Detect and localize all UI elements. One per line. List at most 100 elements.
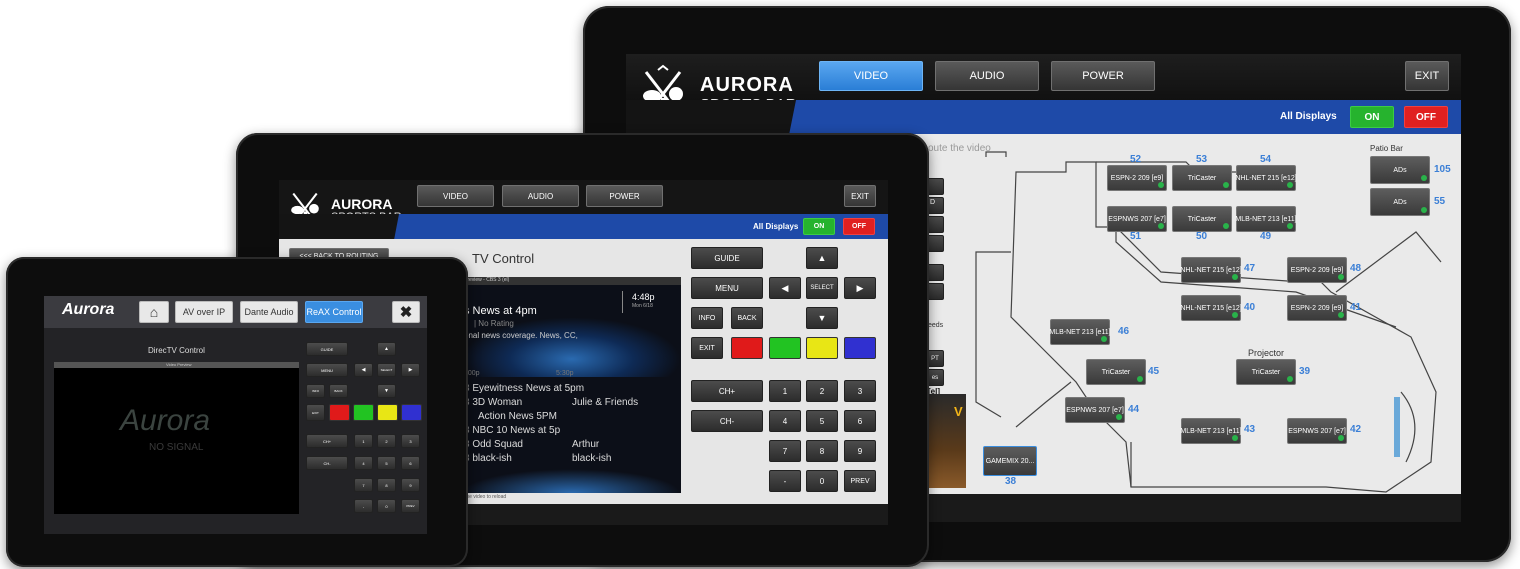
display-tile[interactable]: ESPN-2 209 [e9] — [1287, 295, 1347, 321]
digit-button[interactable]: 6 — [401, 456, 420, 470]
home-icon[interactable]: ⌂ — [139, 301, 169, 323]
digit-button[interactable]: 8 — [377, 478, 396, 492]
large-all-off-button[interactable]: OFF — [1404, 106, 1448, 128]
red-button[interactable] — [731, 337, 763, 359]
medium-tab-power[interactable]: POWER — [586, 185, 663, 207]
up-arrow-icon[interactable]: ▲ — [806, 247, 838, 269]
prev-button[interactable]: PREV — [401, 499, 420, 513]
guide-button[interactable]: GUIDE — [306, 342, 348, 356]
red-button[interactable] — [329, 404, 350, 421]
guide-row: Action News 5PM — [478, 411, 557, 422]
right-arrow-icon[interactable]: ▶ — [401, 363, 420, 377]
tab-av-over-ip[interactable]: AV over IP — [175, 301, 233, 323]
digit-button[interactable]: 8 — [806, 440, 838, 462]
digit-button[interactable]: 9 — [844, 440, 876, 462]
display-tile[interactable]: MLB-NET 213 [e11] — [1049, 319, 1111, 345]
display-tile[interactable]: ESPNWS 207 [e7] — [1065, 397, 1125, 423]
channel-up-button[interactable]: CH+ — [691, 380, 763, 402]
blue-button[interactable] — [844, 337, 876, 359]
medium-tab-audio[interactable]: AUDIO — [502, 185, 579, 207]
display-tile[interactable]: TriCaster — [1086, 359, 1146, 385]
digit-button[interactable]: 1 — [354, 434, 373, 448]
guide-button[interactable]: GUIDE — [691, 247, 763, 269]
display-tile[interactable]: ESPN-2 209 [e9] — [1107, 165, 1167, 191]
large-tab-power[interactable]: POWER — [1051, 61, 1155, 91]
preview-rating: | No Rating — [474, 319, 514, 328]
dash-button[interactable]: - — [354, 499, 373, 513]
large-tab-audio[interactable]: AUDIO — [935, 61, 1039, 91]
display-number: 40 — [1244, 302, 1256, 313]
yellow-button[interactable] — [806, 337, 838, 359]
close-icon[interactable]: ✖ — [392, 301, 420, 323]
prev-button[interactable]: PREV — [844, 470, 876, 492]
digit-button[interactable]: 1 — [769, 380, 801, 402]
display-tile[interactable]: NHL-NET 215 [e12] — [1180, 257, 1242, 283]
blue-button[interactable] — [401, 404, 422, 421]
menu-button[interactable]: MENU — [691, 277, 763, 299]
display-tile[interactable]: NHL-NET 215 [e12] — [1235, 165, 1297, 191]
tab-dante-audio[interactable]: Dante Audio — [240, 301, 298, 323]
digit-button[interactable]: 7 — [769, 440, 801, 462]
exit-key-button[interactable]: EXIT — [691, 337, 723, 359]
medium-brand: AURORA — [331, 196, 393, 212]
large-partial-5: D — [930, 199, 936, 206]
select-button[interactable]: SELECT — [806, 277, 838, 299]
info-button[interactable]: INFO — [691, 307, 723, 329]
select-button[interactable]: SELECT — [377, 363, 396, 377]
digit-button[interactable]: 2 — [806, 380, 838, 402]
display-tile[interactable]: MLB-NET 213 [e11] — [1235, 206, 1297, 232]
display-tile[interactable]: NHL-NET 215 [e12] — [1180, 295, 1242, 321]
display-tile[interactable]: TriCaster — [1172, 206, 1232, 232]
digit-button[interactable]: 0 — [806, 470, 838, 492]
dash-button[interactable]: - — [769, 470, 801, 492]
display-tile[interactable]: ESPNWS 207 [e7] — [1107, 206, 1167, 232]
menu-button[interactable]: MENU — [306, 363, 348, 377]
tab-reax-control[interactable]: ReAX Control — [305, 301, 363, 323]
digit-button[interactable]: 9 — [401, 478, 420, 492]
back-button[interactable]: BACK — [329, 384, 348, 398]
large-exit-button[interactable]: EXIT — [1405, 61, 1449, 91]
digit-button[interactable]: 5 — [377, 456, 396, 470]
digit-button[interactable]: 4 — [769, 410, 801, 432]
display-number: 46 — [1118, 326, 1130, 337]
large-all-on-button[interactable]: ON — [1350, 106, 1394, 128]
display-tile[interactable]: MLB-NET 213 [e11] — [1180, 418, 1242, 444]
medium-exit-button[interactable]: EXIT — [844, 185, 876, 207]
digit-button[interactable]: 3 — [401, 434, 420, 448]
large-tab-video[interactable]: VIDEO — [819, 61, 923, 91]
back-button[interactable]: BACK — [731, 307, 763, 329]
up-arrow-icon[interactable]: ▲ — [377, 342, 396, 356]
channel-up-button[interactable]: CH+ — [306, 434, 348, 448]
digit-button[interactable]: 2 — [377, 434, 396, 448]
digit-button[interactable]: 6 — [844, 410, 876, 432]
down-arrow-icon[interactable]: ▼ — [806, 307, 838, 329]
channel-down-button[interactable]: CH- — [691, 410, 763, 432]
green-button[interactable] — [353, 404, 374, 421]
display-tile[interactable]: ADs — [1370, 188, 1430, 216]
medium-all-on-button[interactable]: ON — [803, 218, 835, 235]
display-tile[interactable]: ESPNWS 207 [e7] — [1287, 418, 1347, 444]
digit-button[interactable]: 5 — [806, 410, 838, 432]
medium-all-off-button[interactable]: OFF — [843, 218, 875, 235]
guide-row: Julie & Friends — [572, 397, 639, 408]
display-tile[interactable]: TriCaster — [1172, 165, 1232, 191]
info-button[interactable]: INFO — [306, 384, 325, 398]
down-arrow-icon[interactable]: ▼ — [377, 384, 396, 398]
right-arrow-icon[interactable]: ▶ — [844, 277, 876, 299]
exit-key-button[interactable]: EXIT — [306, 404, 325, 421]
left-arrow-icon[interactable]: ◀ — [354, 363, 373, 377]
display-number: 45 — [1148, 366, 1160, 377]
display-tile[interactable]: ADs — [1370, 156, 1430, 184]
digit-button[interactable]: 7 — [354, 478, 373, 492]
display-tile[interactable]: ESPN-2 209 [e9] — [1287, 257, 1347, 283]
medium-tab-video[interactable]: VIDEO — [417, 185, 494, 207]
digit-button[interactable]: 3 — [844, 380, 876, 402]
green-button[interactable] — [769, 337, 801, 359]
yellow-button[interactable] — [377, 404, 398, 421]
display-tile[interactable]: TriCaster — [1236, 359, 1296, 385]
digit-button[interactable]: 0 — [377, 499, 396, 513]
display-tile[interactable]: GAMEMIX 20... — [983, 446, 1037, 476]
digit-button[interactable]: 4 — [354, 456, 373, 470]
channel-down-button[interactable]: CH- — [306, 456, 348, 470]
left-arrow-icon[interactable]: ◀ — [769, 277, 801, 299]
